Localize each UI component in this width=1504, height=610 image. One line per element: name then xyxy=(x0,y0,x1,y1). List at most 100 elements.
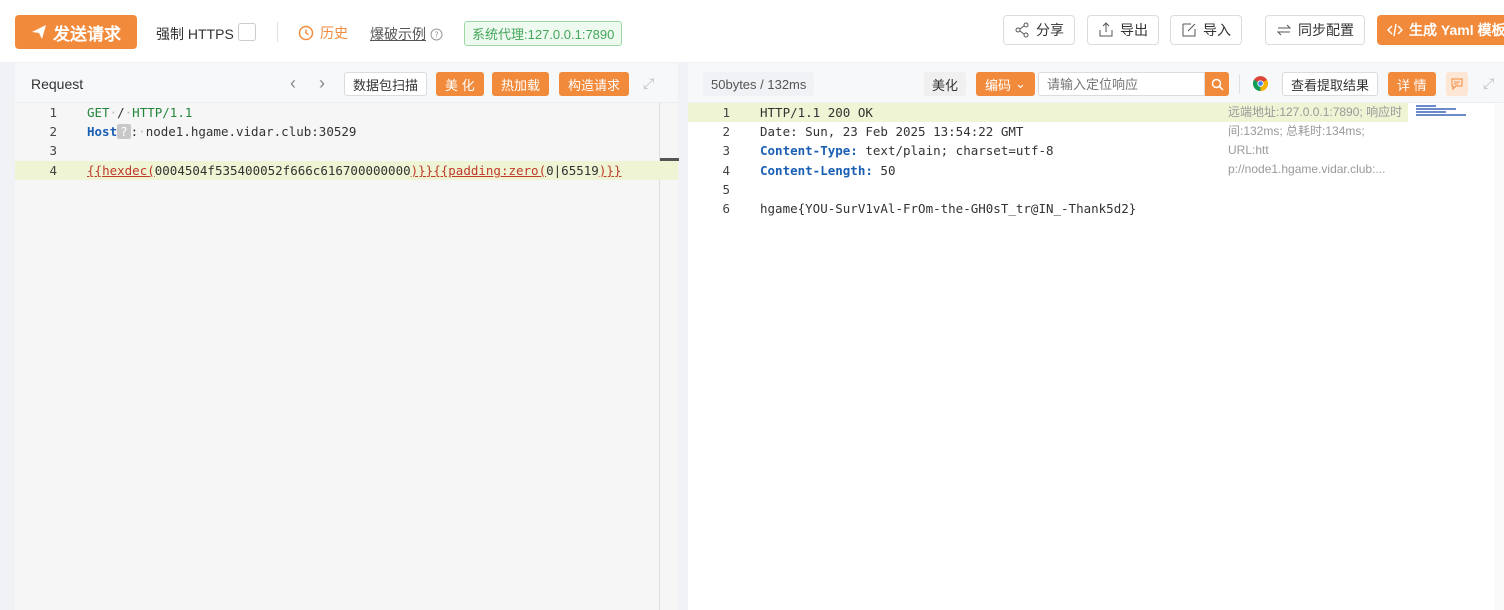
details-button[interactable]: 详 情 xyxy=(1388,72,1436,96)
help-icon: ? xyxy=(430,28,443,40)
request-panel: Request ‹ › 数据包扫描 美 化 热加载 构造请求 ⤢ 1 GET·/… xyxy=(15,63,679,610)
line-text: Date: Sun, 23 Feb 2025 13:54:22 GMT xyxy=(760,124,1024,139)
import-icon xyxy=(1182,23,1196,37)
line-number: 4 xyxy=(49,163,57,178)
import-label: 导入 xyxy=(1203,22,1231,38)
packet-scan-button[interactable]: 数据包扫描 xyxy=(344,72,428,96)
line-text: Content-Type: text/plain; charset=utf-8 xyxy=(760,143,1054,158)
header-key: Content-Length: xyxy=(760,163,873,178)
chevron-left-icon[interactable]: ‹ xyxy=(290,73,296,94)
http-method: GET xyxy=(87,105,110,120)
line-number: 3 xyxy=(722,143,730,158)
chevron-down-icon: ⌄ xyxy=(1015,76,1026,91)
line-number: 2 xyxy=(49,124,57,139)
send-request-label: 发送请求 xyxy=(53,24,121,44)
line-number: 4 xyxy=(722,163,730,178)
share-label: 分享 xyxy=(1036,22,1064,38)
code-line: 1 GET·/·HTTP/1.1 xyxy=(15,103,678,122)
request-editor[interactable]: 1 GET·/·HTTP/1.1 2 Host?:·node1.hgame.vi… xyxy=(15,103,679,610)
generate-yaml-label: 生成 Yaml 模板 xyxy=(1409,22,1504,38)
share-button[interactable]: 分享 xyxy=(1003,15,1075,45)
scrollbar[interactable] xyxy=(1494,103,1504,610)
response-stats-badge: 50bytes / 132ms xyxy=(703,72,815,96)
export-button[interactable]: 导出 xyxy=(1087,15,1159,45)
divider xyxy=(277,22,278,42)
clock-icon xyxy=(298,25,314,41)
meta-line: 远端地址:127.0.0.1:7890; 响应时 xyxy=(1228,105,1403,119)
line-text: GET·/·HTTP/1.1 xyxy=(87,105,193,120)
line-number: 5 xyxy=(722,182,730,197)
export-icon xyxy=(1099,22,1113,37)
line-number: 1 xyxy=(722,105,730,120)
code-line: 5 xyxy=(688,180,1504,199)
force-https-checkbox[interactable] xyxy=(238,23,256,41)
response-header: 50bytes / 132ms 美化 编码⌄ 查看提取结果 详 情 ⤢ xyxy=(688,63,1504,103)
fuzztag-argument: 65519 xyxy=(561,163,599,178)
sync-config-button[interactable]: 同步配置 xyxy=(1265,15,1365,45)
fuzz-example-link[interactable]: 爆破示例 ? xyxy=(370,24,443,44)
code-line: 3 xyxy=(15,141,678,160)
sync-config-label: 同步配置 xyxy=(1298,22,1354,38)
meta-line: 间:132ms; 总耗时:134ms; URL:htt xyxy=(1228,124,1365,157)
svg-text:?: ? xyxy=(434,30,438,39)
http-protocol: HTTP/1.1 xyxy=(132,105,193,120)
header-key: Content-Type: xyxy=(760,143,858,158)
beautify-button[interactable]: 美 化 xyxy=(436,72,484,96)
send-request-button[interactable]: 发送请求 xyxy=(15,15,137,49)
fuzztag-function: padding:zero xyxy=(448,163,539,178)
send-icon xyxy=(32,25,46,39)
header-value: 50 xyxy=(880,163,896,178)
view-extract-results-button[interactable]: 查看提取结果 xyxy=(1282,72,1379,96)
request-header: Request ‹ › 数据包扫描 美 化 热加载 构造请求 ⤢ xyxy=(15,63,678,103)
import-button[interactable]: 导入 xyxy=(1170,15,1242,45)
code-line: 6 hgame{YOU-SurV1vAl-FrOm-the-GH0sT_tr@I… xyxy=(688,199,1504,218)
minimap[interactable] xyxy=(1416,105,1476,117)
line-number: 2 xyxy=(722,124,730,139)
chrome-icon[interactable] xyxy=(1252,75,1269,92)
search-button[interactable] xyxy=(1205,72,1229,96)
encoding-dropdown[interactable]: 编码 ⌄ xyxy=(976,72,1035,96)
response-panel: 50bytes / 132ms 美化 编码⌄ 查看提取结果 详 情 ⤢ 1 HT… xyxy=(688,63,1504,610)
force-https-label: 强制 HTTPS xyxy=(156,26,234,42)
code-line-active: 4 {{hexdec(0004504f535400052f666c6167000… xyxy=(15,161,678,180)
response-search-input[interactable] xyxy=(1038,72,1205,96)
request-path: / xyxy=(117,105,125,120)
history-button[interactable]: 历史 xyxy=(298,23,348,43)
fuzz-example-label: 爆破示例 xyxy=(370,26,426,42)
request-title: Request xyxy=(31,76,84,92)
header-value: text/plain; charset=utf-8 xyxy=(865,143,1054,158)
chevron-right-icon[interactable]: › xyxy=(319,73,325,94)
fuzztag-function: hexdec xyxy=(102,163,148,178)
line-text: HTTP/1.1 200 OK xyxy=(760,105,873,120)
response-meta-info: 远端地址:127.0.0.1:7890; 响应时 间:132ms; 总耗时:13… xyxy=(1228,103,1408,179)
code-icon xyxy=(1387,23,1403,37)
comment-icon xyxy=(1451,78,1463,90)
sync-icon xyxy=(1276,24,1292,36)
response-editor[interactable]: 1 HTTP/1.1 200 OK 2 Date: Sun, 23 Feb 20… xyxy=(688,103,1504,610)
generate-yaml-button[interactable]: 生成 Yaml 模板 xyxy=(1377,15,1504,45)
line-number: 6 xyxy=(722,201,730,216)
comment-button[interactable] xyxy=(1446,72,1468,96)
fuzztag-argument: 0 xyxy=(546,163,554,178)
share-icon xyxy=(1015,22,1029,38)
response-body-text: hgame{YOU-SurV1vAl-FrOm-the-GH0sT_tr@IN_… xyxy=(760,201,1137,216)
hot-reload-button[interactable]: 热加载 xyxy=(492,72,550,96)
help-badge: ? xyxy=(117,124,131,139)
header-key: Host xyxy=(87,124,118,139)
divider xyxy=(1239,74,1240,94)
response-beautify-button[interactable]: 美化 xyxy=(924,72,967,96)
history-label: 历史 xyxy=(320,25,348,41)
system-proxy-badge: 系统代理:127.0.0.1:7890 xyxy=(464,21,623,46)
line-text: Content-Length: 50 xyxy=(760,163,895,178)
top-toolbar: 发送请求 强制 HTTPS 历史 爆破示例 ? 系统代理:127.0.0.1:7… xyxy=(0,0,1504,62)
build-request-button[interactable]: 构造请求 xyxy=(559,72,630,96)
expand-icon[interactable]: ⤢ xyxy=(643,75,654,92)
line-text: {{hexdec(0004504f535400052f666c616700000… xyxy=(87,163,622,178)
fuzztag-argument: 0004504f535400052f666c616700000000 xyxy=(154,163,411,178)
line-text: Host?:·node1.hgame.vidar.club:30529 xyxy=(87,124,357,139)
code-line: 2 Host?:·node1.hgame.vidar.club:30529 xyxy=(15,122,678,141)
line-number: 3 xyxy=(49,143,57,158)
expand-icon[interactable]: ⤢ xyxy=(1483,75,1494,92)
export-label: 导出 xyxy=(1120,22,1148,38)
meta-line: p://node1.hgame.vidar.club:... xyxy=(1228,162,1386,176)
